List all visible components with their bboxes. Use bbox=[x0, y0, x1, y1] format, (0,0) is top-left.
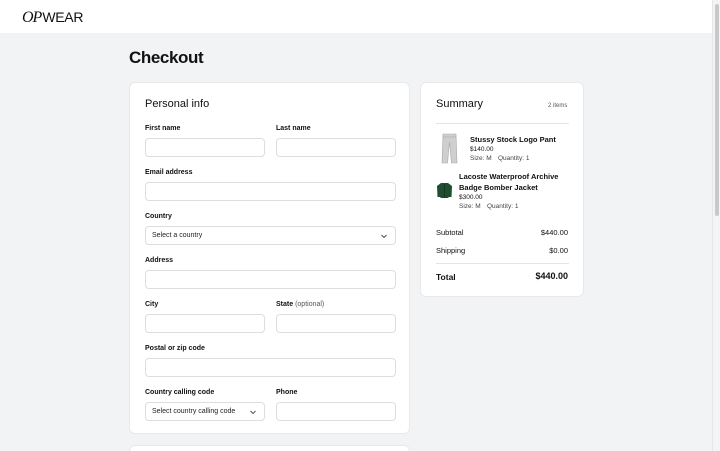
postal-field[interactable] bbox=[145, 358, 396, 377]
item-size: Size: M bbox=[470, 155, 492, 162]
state-field[interactable] bbox=[276, 314, 396, 333]
country-select[interactable]: Select a country bbox=[145, 226, 396, 245]
page-title: Checkout bbox=[129, 48, 204, 67]
total-label: Total bbox=[436, 272, 456, 282]
calling-code-label: Country calling code bbox=[145, 389, 215, 396]
item-quantity: Quantity: 1 bbox=[498, 155, 530, 162]
country-label: Country bbox=[145, 213, 172, 220]
state-label: State (optional) bbox=[276, 301, 324, 308]
item-size: Size: M bbox=[459, 203, 481, 210]
subtotal-value: $440.00 bbox=[540, 228, 568, 237]
grey-pants-icon[interactable] bbox=[441, 133, 458, 165]
state-label-text: State bbox=[276, 301, 294, 308]
item-price: $140.00 bbox=[470, 146, 494, 153]
logo-text: WEAR bbox=[42, 9, 84, 25]
last-name-field[interactable] bbox=[276, 138, 396, 157]
state-optional-text: (optional) bbox=[295, 301, 325, 308]
item-name[interactable]: Lacoste Waterproof Archive bbox=[459, 171, 558, 182]
total-divider bbox=[436, 263, 569, 264]
calling-code-select[interactable]: Select country calling code bbox=[145, 402, 265, 421]
item-name-line2[interactable]: Badge Bomber Jacket bbox=[459, 182, 538, 193]
last-name-label: Last name bbox=[276, 125, 311, 132]
scrollbar-thumb[interactable] bbox=[715, 4, 719, 216]
calling-code-select-value: Select country calling code bbox=[152, 408, 236, 415]
chevron-down-icon bbox=[250, 410, 256, 415]
phone-label: Phone bbox=[276, 389, 298, 396]
phone-field[interactable] bbox=[276, 402, 396, 421]
next-section-card bbox=[129, 445, 410, 451]
first-name-field[interactable] bbox=[145, 138, 265, 157]
page-scrollbar[interactable] bbox=[712, 0, 720, 451]
summary-card: Summary 2 items Stussy Stock Logo Pant $… bbox=[420, 82, 584, 297]
email-field[interactable] bbox=[145, 182, 396, 201]
summary-divider bbox=[436, 123, 569, 124]
address-label: Address bbox=[145, 257, 174, 264]
shipping-value: $0.00 bbox=[549, 246, 568, 255]
item-name[interactable]: Stussy Stock Logo Pant bbox=[470, 134, 556, 145]
city-field[interactable] bbox=[145, 314, 265, 333]
personal-info-card: Personal info First name Last name Email… bbox=[129, 82, 410, 434]
green-jacket-icon[interactable] bbox=[436, 182, 453, 199]
address-field[interactable] bbox=[145, 270, 396, 289]
first-name-label: First name bbox=[145, 125, 181, 132]
shipping-label: Shipping bbox=[436, 246, 466, 255]
item-quantity: Quantity: 1 bbox=[487, 203, 519, 210]
logo-script: OP bbox=[22, 9, 42, 26]
email-label: Email address bbox=[145, 169, 193, 176]
chevron-down-icon bbox=[381, 234, 387, 239]
postal-label: Postal or zip code bbox=[145, 345, 205, 352]
city-label: City bbox=[145, 301, 159, 308]
total-value: $440.00 bbox=[535, 271, 568, 281]
country-select-value: Select a country bbox=[152, 232, 203, 239]
item-count: 2 items bbox=[548, 103, 568, 109]
item-price: $300.00 bbox=[459, 194, 483, 201]
summary-title: Summary bbox=[436, 98, 484, 110]
personal-info-title: Personal info bbox=[145, 98, 210, 110]
subtotal-label: Subtotal bbox=[436, 228, 464, 237]
brand-logo[interactable]: OP WEAR bbox=[22, 9, 83, 27]
top-bar: OP WEAR bbox=[0, 0, 712, 33]
